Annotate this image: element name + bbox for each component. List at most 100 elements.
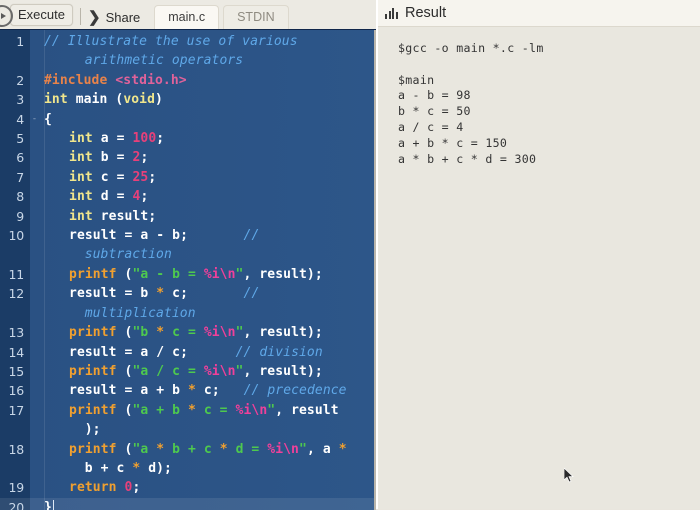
line-number: 15 bbox=[8, 363, 24, 379]
code-text: printf ("a - b = %i\n", result); bbox=[69, 266, 323, 282]
console-output: $gcc -o main *.c -lm $main a - b = 98 b … bbox=[398, 41, 544, 166]
file-tabs: main.c STDIN bbox=[154, 5, 292, 29]
code-text: printf ("b * c = %i\n", result); bbox=[69, 325, 323, 341]
line-number: 13 bbox=[8, 325, 24, 341]
code-text: printf ("a * b + c * d = %i\n", a * b + c… bbox=[69, 441, 347, 476]
line-number: 14 bbox=[8, 344, 24, 360]
code-text: printf ("a + b * c = %i\n", result); bbox=[69, 402, 339, 438]
code-text: return 0; bbox=[69, 480, 141, 496]
code-line[interactable]: 7 int c = 25; bbox=[0, 168, 376, 187]
tab-stdin[interactable]: STDIN bbox=[223, 5, 289, 29]
fold-marker[interactable] bbox=[30, 129, 39, 148]
code-scroll-region[interactable]: 1 // Illustrate the use of various arithm… bbox=[0, 30, 376, 510]
code-line[interactable]: 8 int d = 4; bbox=[0, 187, 376, 206]
code-line[interactable]: 2 #include <stdio.h> bbox=[0, 71, 376, 90]
code-line[interactable]: 10 result = a - b; //subtraction bbox=[0, 226, 376, 265]
fold-marker[interactable] bbox=[30, 226, 39, 265]
fold-marker[interactable] bbox=[30, 343, 39, 362]
line-number: 17 bbox=[8, 402, 24, 418]
fold-marker[interactable] bbox=[30, 265, 39, 284]
fold-marker[interactable] bbox=[30, 207, 39, 226]
code-line[interactable]: 14 result = a / c; // division bbox=[0, 343, 376, 362]
fold-marker[interactable] bbox=[30, 32, 39, 71]
line-number: 10 bbox=[8, 228, 24, 244]
code-text: printf ("a / c = %i\n", result); bbox=[69, 363, 323, 379]
chevron-right-icon: ❯ bbox=[87, 9, 101, 26]
line-number: 6 bbox=[16, 150, 24, 166]
fold-marker[interactable] bbox=[30, 90, 39, 109]
code-editor[interactable]: 1 // Illustrate the use of various arithm… bbox=[0, 29, 376, 510]
editor-pane: Execute ❯ Share main.c STDIN 1 // Illust… bbox=[0, 0, 376, 510]
line-number: 4 bbox=[16, 111, 24, 127]
line-number: 12 bbox=[8, 286, 24, 302]
line-number: 1 bbox=[16, 34, 24, 49]
fold-marker[interactable] bbox=[30, 401, 39, 440]
fold-marker[interactable] bbox=[30, 284, 39, 323]
line-number: 18 bbox=[8, 441, 24, 457]
code-text: result = a + b * c; // precedence bbox=[69, 383, 347, 399]
code-line[interactable]: 18 printf ("a * b + c * d = %i\n", a * b … bbox=[0, 440, 376, 479]
code-line[interactable]: 13 printf ("b * c = %i\n", result); bbox=[0, 323, 376, 342]
code-line[interactable]: 6 int b = 2; bbox=[0, 148, 376, 167]
fold-marker[interactable] bbox=[30, 381, 39, 400]
code-line[interactable]: 11 printf ("a - b = %i\n", result); bbox=[0, 265, 376, 284]
fold-marker[interactable] bbox=[30, 187, 39, 206]
mouse-cursor-arrow bbox=[564, 468, 574, 483]
fold-marker[interactable] bbox=[30, 498, 39, 510]
code-line[interactable]: 4 - { bbox=[0, 110, 376, 129]
code-line-active[interactable]: 20 } bbox=[0, 497, 376, 510]
code-line[interactable]: 9 int result; bbox=[0, 207, 376, 226]
line-number: 8 bbox=[16, 189, 24, 205]
share-button-label: Share bbox=[105, 10, 141, 25]
code-text: int main (void) bbox=[44, 92, 163, 108]
code-text: int b = 2; bbox=[69, 150, 149, 166]
text-caret bbox=[52, 499, 54, 510]
code-line[interactable]: 12 result = b * c; //multiplication bbox=[0, 284, 376, 323]
result-header: Result bbox=[378, 0, 700, 27]
code-text: result = a - b; //subtraction bbox=[69, 228, 260, 263]
share-button[interactable]: ❯ Share bbox=[88, 10, 140, 25]
line-number: 19 bbox=[8, 480, 24, 496]
line-number: 11 bbox=[8, 266, 24, 282]
result-console[interactable]: $gcc -o main *.c -lm $main a - b = 98 b … bbox=[378, 27, 700, 509]
line-number: 7 bbox=[16, 169, 24, 185]
code-playground-screen: Execute ❯ Share main.c STDIN 1 // Illust… bbox=[0, 0, 700, 510]
code-text: } bbox=[39, 498, 376, 510]
line-number: 16 bbox=[8, 383, 24, 399]
editor-toolbar: Execute ❯ Share main.c STDIN bbox=[0, 0, 376, 29]
fold-marker[interactable] bbox=[30, 478, 39, 497]
code-text: int a = 100; bbox=[69, 131, 165, 147]
code-line[interactable]: 1 // Illustrate the use of various arithm… bbox=[0, 32, 376, 71]
fold-marker[interactable] bbox=[30, 168, 39, 187]
code-line[interactable]: 15 printf ("a / c = %i\n", result); bbox=[0, 362, 376, 381]
code-text: int result; bbox=[69, 208, 157, 224]
fold-marker[interactable]: - bbox=[30, 110, 39, 129]
code-text: // Illustrate the use of various arithmet… bbox=[44, 34, 298, 69]
fold-marker[interactable] bbox=[30, 71, 39, 90]
fold-marker[interactable] bbox=[30, 148, 39, 167]
line-number: 3 bbox=[16, 92, 24, 108]
line-number: 2 bbox=[16, 72, 24, 88]
fold-marker[interactable] bbox=[30, 440, 39, 479]
toolbar-divider bbox=[79, 8, 81, 25]
code-text: int c = 25; bbox=[69, 169, 157, 185]
fold-marker[interactable] bbox=[30, 362, 39, 381]
execute-button[interactable]: Execute bbox=[10, 4, 73, 26]
code-line[interactable]: 16 result = a + b * c; // precedence bbox=[0, 381, 376, 400]
line-number: 9 bbox=[16, 208, 24, 224]
code-line[interactable]: 19 return 0; bbox=[0, 478, 376, 497]
result-pane: Result $gcc -o main *.c -lm $main a - b … bbox=[376, 0, 700, 509]
code-text: #include <stdio.h> bbox=[44, 72, 187, 88]
code-text: { bbox=[44, 111, 52, 127]
code-line[interactable]: 3 int main (void) bbox=[0, 90, 376, 109]
code-line[interactable]: 5 int a = 100; bbox=[0, 129, 376, 148]
code-line[interactable]: 17 printf ("a + b * c = %i\n", result); bbox=[0, 401, 376, 440]
code-text: result = a / c; // division bbox=[69, 344, 323, 360]
fold-marker[interactable] bbox=[30, 323, 39, 342]
line-number: 20 bbox=[8, 499, 24, 510]
line-number: 5 bbox=[16, 131, 24, 147]
result-title: Result bbox=[405, 5, 447, 21]
tab-main-c[interactable]: main.c bbox=[154, 5, 220, 29]
code-text: result = b * c; //multiplication bbox=[69, 286, 260, 321]
bar-chart-icon bbox=[385, 7, 399, 19]
